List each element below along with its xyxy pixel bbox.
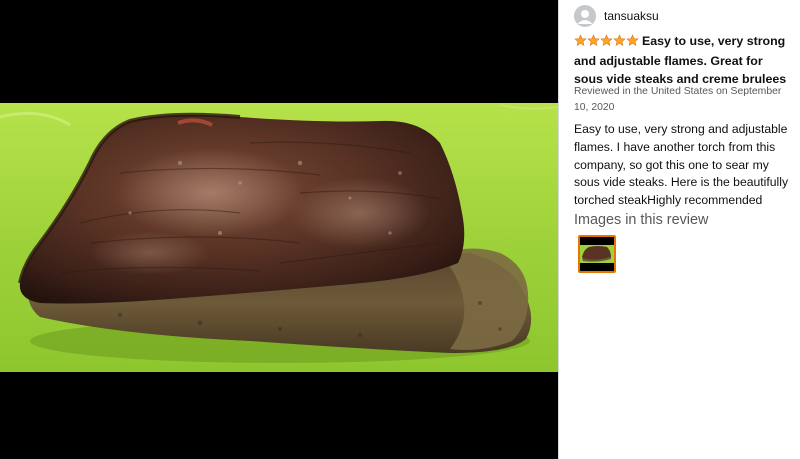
thumbnail-steak-image <box>580 237 614 271</box>
default-user-icon <box>574 5 596 27</box>
star-icon <box>626 34 639 47</box>
review-date: Reviewed in the United States on Septemb… <box>574 86 782 113</box>
review-image-thumbnail[interactable] <box>578 235 616 273</box>
reviewer-name[interactable]: tansuaksu <box>604 9 659 23</box>
star-icon <box>574 34 587 47</box>
review-headline-block: Easy to use, very strong and adjustable … <box>574 32 794 88</box>
images-heading: Images in this review <box>574 212 709 228</box>
review-panel: tansuaksu Easy to use, very strong and a… <box>562 0 794 459</box>
review-photo <box>0 103 558 372</box>
star-icon <box>587 34 600 47</box>
star-icon <box>600 34 613 47</box>
star-rating <box>574 34 639 52</box>
panel-divider <box>558 0 559 459</box>
star-icon <box>613 34 626 47</box>
avatar <box>574 5 596 27</box>
image-viewer <box>0 0 558 459</box>
review-body: Easy to use, very strong and adjustable … <box>574 122 789 208</box>
reviewer-profile[interactable]: tansuaksu <box>574 5 659 27</box>
